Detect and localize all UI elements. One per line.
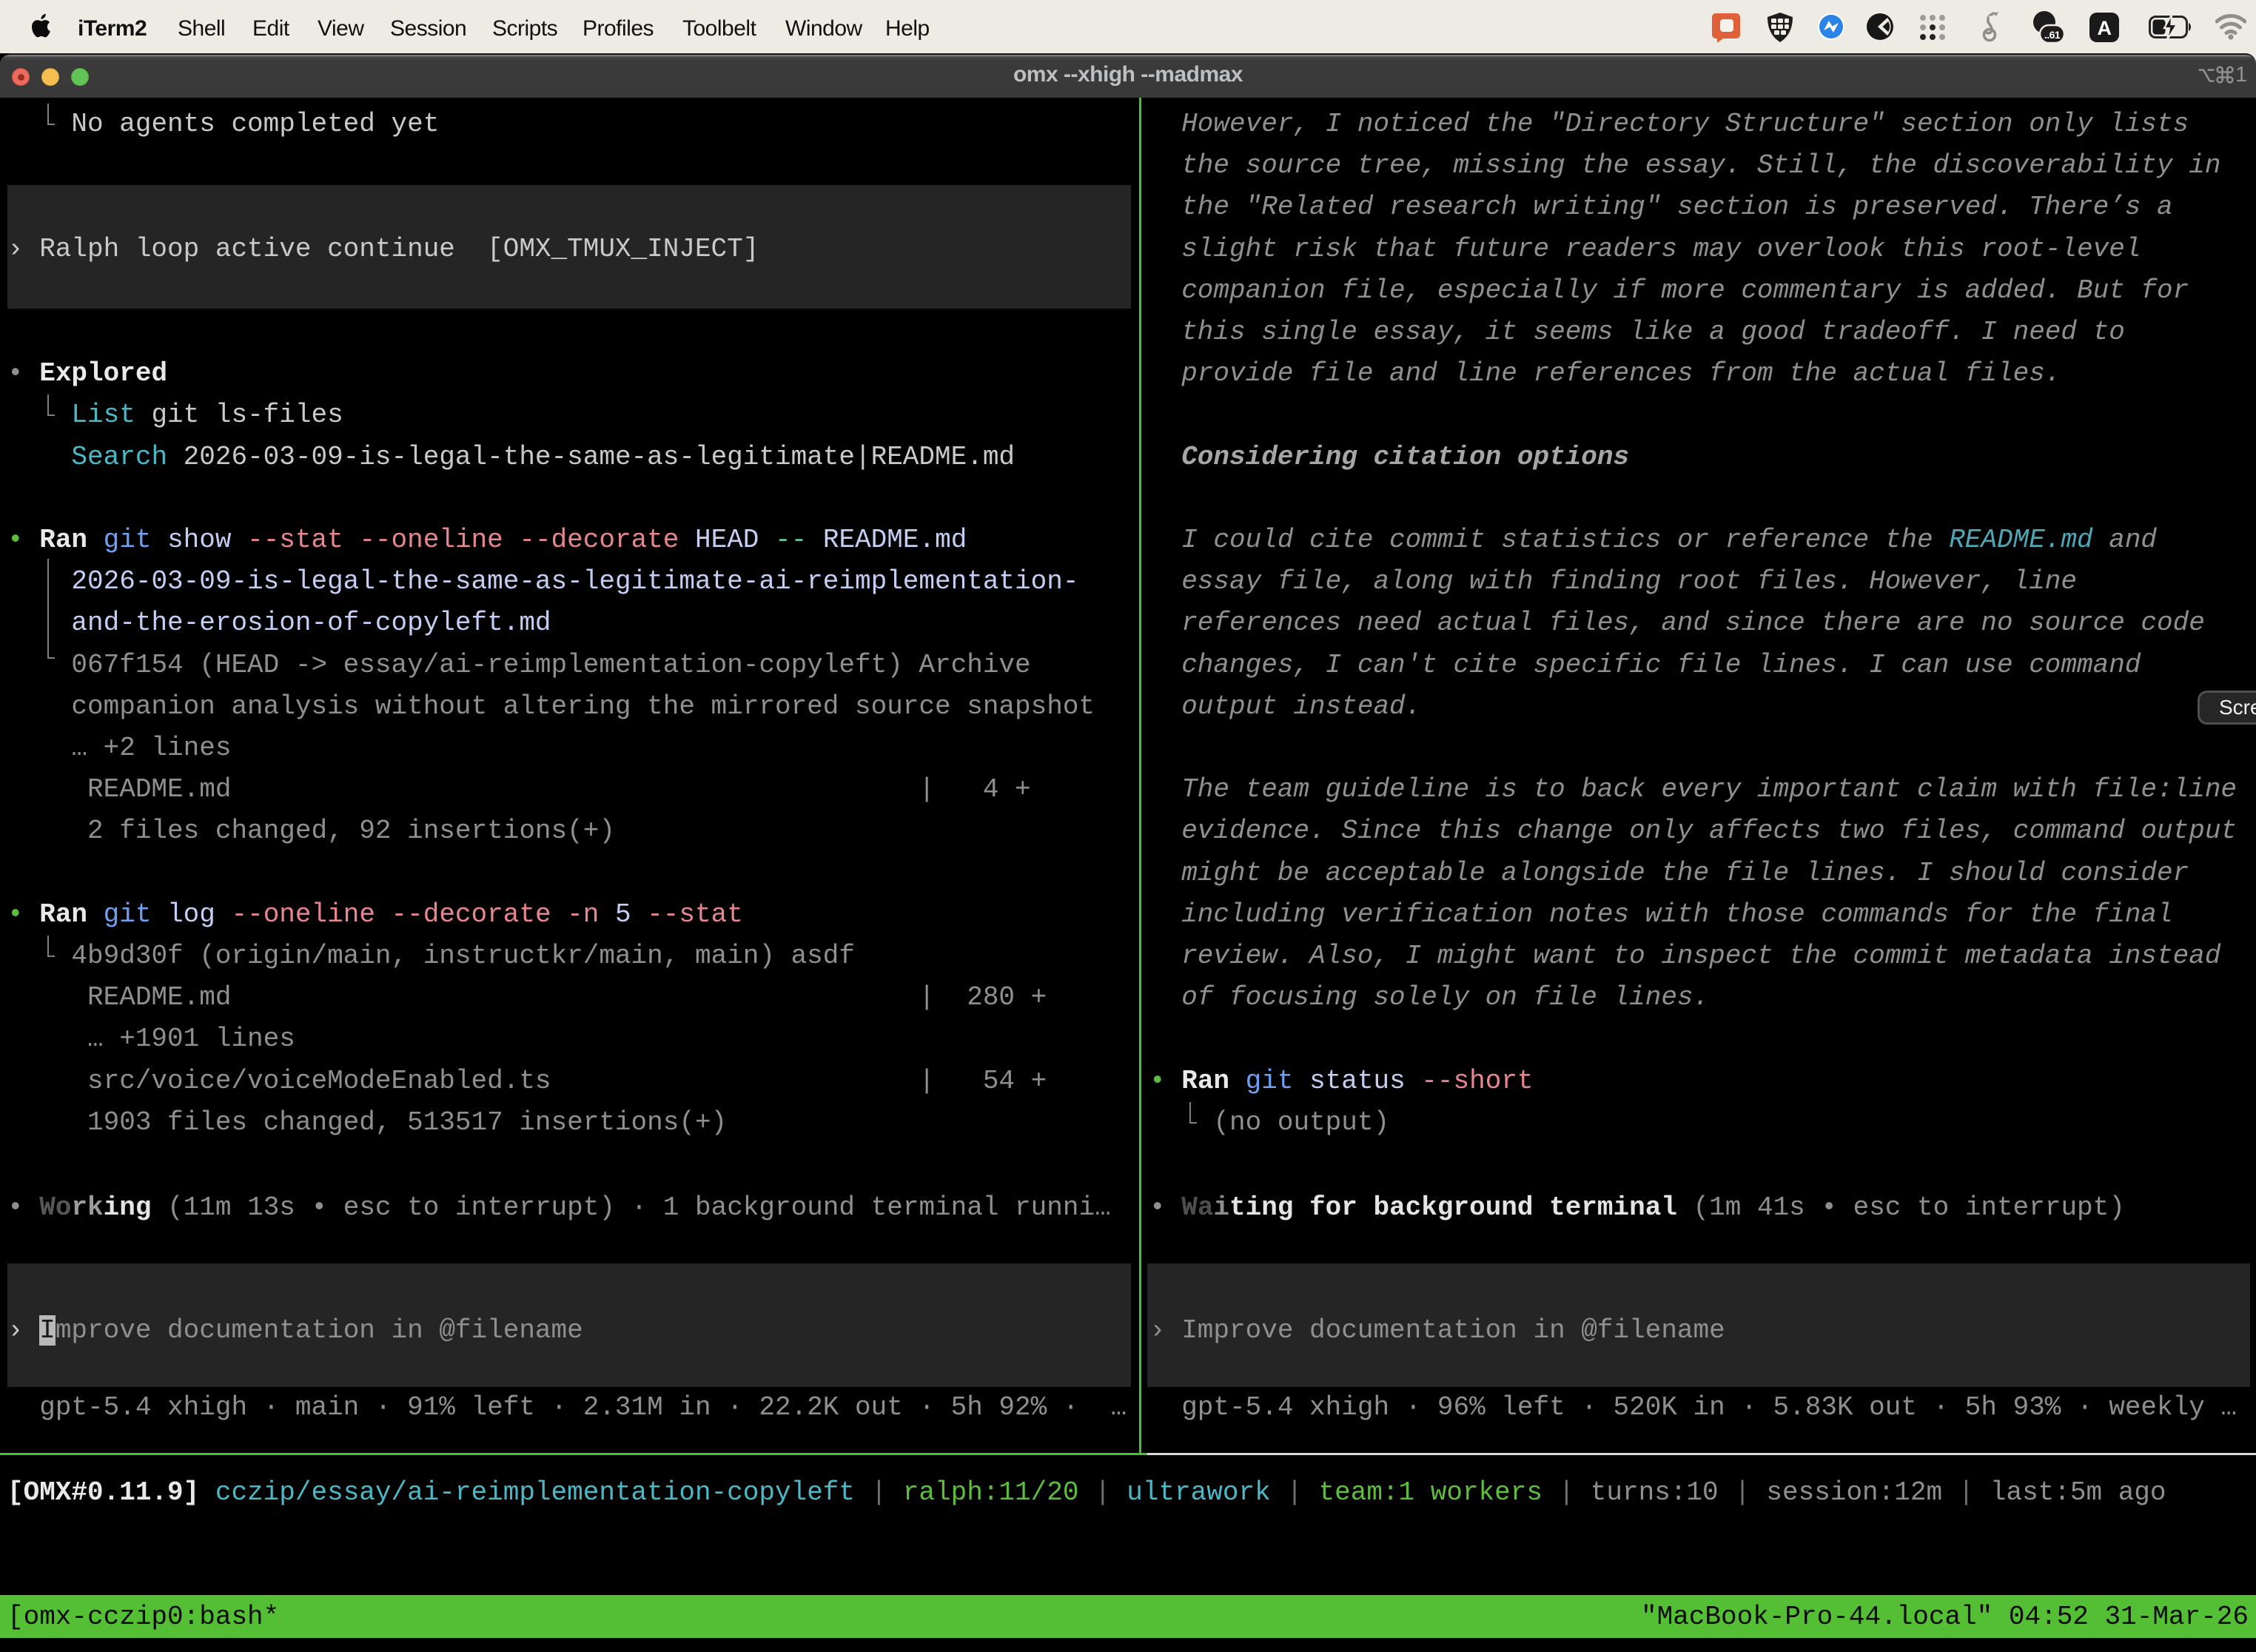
svg-text:A: A: [2098, 17, 2112, 39]
svg-text:..61: ..61: [2044, 29, 2061, 41]
